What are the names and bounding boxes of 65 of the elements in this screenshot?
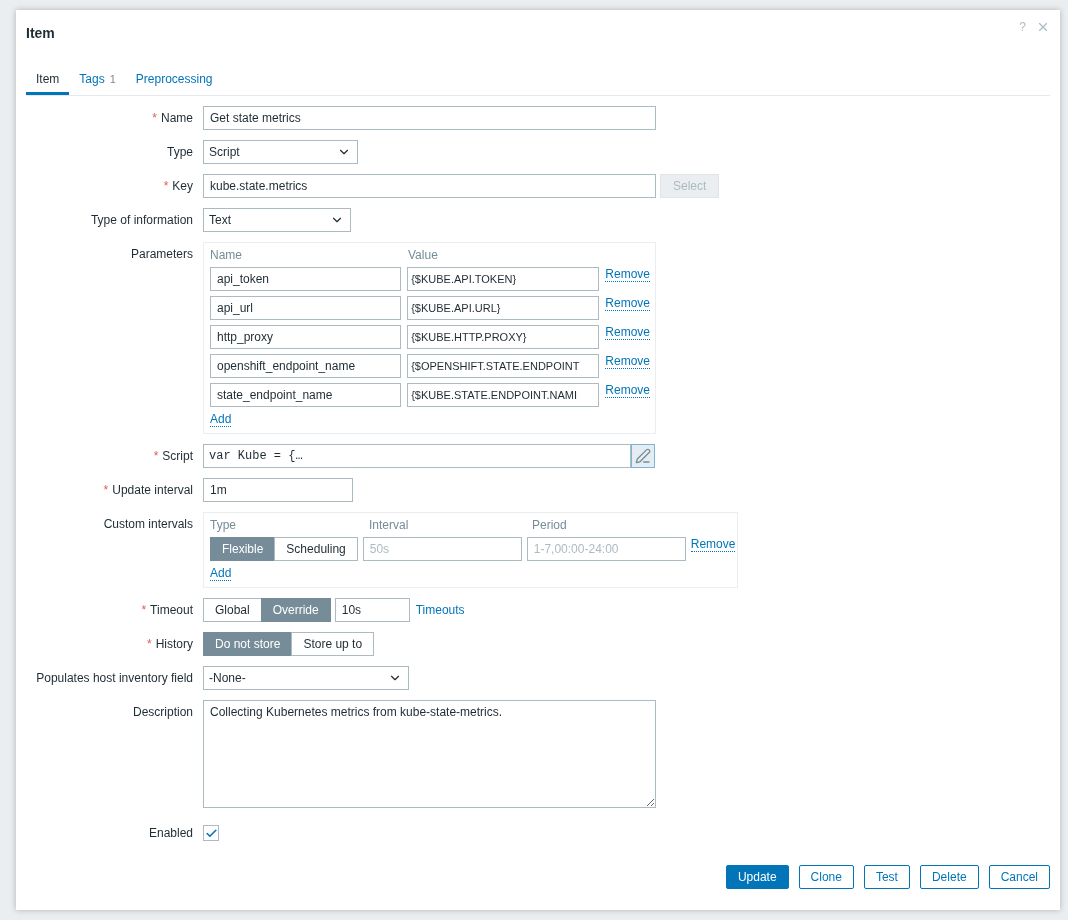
select-field[interactable]: -None-	[203, 666, 409, 690]
dialog-title: Item	[26, 25, 55, 41]
timeout-input[interactable]: 10s	[334, 598, 410, 622]
action-button[interactable]: Cancel	[988, 865, 1050, 889]
code-editor-field[interactable]: var Kube = {…	[203, 444, 631, 468]
field-label: * Update interval	[102, 482, 193, 499]
field-label: * Key	[162, 178, 193, 195]
field-label: * Script	[152, 448, 193, 465]
field-label: Type of information	[89, 212, 193, 229]
field-label: Populates host inventory field	[35, 670, 193, 687]
remove-link[interactable]: Remove	[605, 296, 650, 311]
checkbox[interactable]	[203, 825, 219, 841]
key-input[interactable]: kube.state.metrics	[203, 174, 656, 198]
segment-button[interactable]: Scheduling	[274, 537, 358, 561]
name-field[interactable]: api_url	[210, 296, 402, 320]
period-field[interactable]: 1-7,00:00-24:00	[526, 537, 686, 561]
field-label: * History	[146, 636, 193, 653]
remove-link[interactable]: Remove	[605, 354, 650, 369]
description-field[interactable]: Collecting Kubernetes metrics from kube-state-metrics.	[203, 700, 656, 808]
name-field[interactable]: http_proxy	[210, 325, 402, 349]
field-label: Type	[166, 144, 193, 161]
value-field[interactable]: {$KUBE.STATE.ENDPOINT.NAMI	[407, 383, 600, 407]
update-interval-input[interactable]: 1m	[203, 478, 353, 502]
column-header: Period	[532, 518, 568, 532]
action-button[interactable]: Update	[725, 865, 789, 889]
action-button[interactable]: Clone	[798, 865, 854, 889]
pencil-icon	[635, 448, 651, 464]
field-label: Parameters	[129, 246, 193, 263]
name-field[interactable]: api_token	[210, 267, 402, 291]
remove-link[interactable]: Remove	[605, 325, 650, 340]
name-input[interactable]: Get state metrics	[203, 106, 656, 130]
column-header: Type	[210, 518, 237, 532]
interval-field[interactable]: 50s	[362, 537, 522, 561]
select-field[interactable]: Text	[203, 208, 351, 232]
select-field[interactable]: Script	[203, 140, 358, 164]
remove-link[interactable]: Remove	[605, 383, 650, 398]
tab[interactable]: Tags 1	[69, 64, 126, 95]
remove-link[interactable]: Remove	[690, 537, 736, 552]
segment-button[interactable]: Global	[203, 598, 262, 622]
close-icon[interactable]	[1036, 20, 1050, 34]
value-field[interactable]: {$KUBE.API.URL}	[407, 296, 600, 320]
action-button[interactable]: Delete	[919, 865, 979, 889]
name-field[interactable]: openshift_endpoint_name	[210, 354, 402, 378]
edit-button[interactable]	[631, 444, 655, 468]
timeouts-link[interactable]: Timeouts	[415, 603, 465, 617]
value-field[interactable]: {$KUBE.API.TOKEN}	[407, 267, 600, 291]
column-header: Value	[408, 248, 439, 262]
column-header: Name	[210, 248, 243, 262]
field-label: Custom intervals	[102, 516, 193, 533]
value-field[interactable]: {$KUBE.HTTP.PROXY}	[407, 325, 600, 349]
value-field[interactable]: {$OPENSHIFT.STATE.ENDPOINT	[407, 354, 600, 378]
add-link[interactable]: Add	[210, 566, 232, 581]
segment-button[interactable]: Store up to	[291, 632, 375, 656]
tab[interactable]: Preprocessing	[125, 64, 223, 95]
check-icon	[204, 826, 218, 840]
tab[interactable]: Item	[26, 64, 70, 95]
name-field[interactable]: state_endpoint_name	[210, 383, 402, 407]
remove-link[interactable]: Remove	[605, 267, 650, 282]
field-label: * Name	[151, 110, 193, 127]
action-button[interactable]: Test	[863, 865, 910, 889]
field-label: Description	[131, 704, 193, 721]
column-header: Interval	[369, 518, 410, 532]
add-link[interactable]: Add	[210, 412, 232, 427]
field-label: * Timeout	[140, 602, 193, 619]
field-label: Enabled	[147, 825, 193, 842]
